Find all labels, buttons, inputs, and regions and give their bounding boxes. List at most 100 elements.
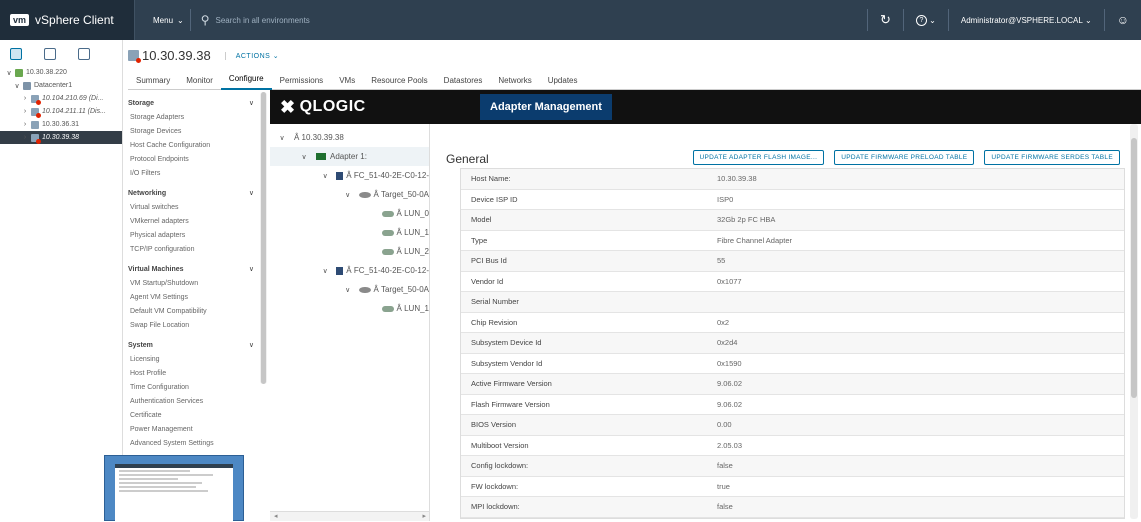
nav-item[interactable]: Storage Devices <box>128 124 260 138</box>
adapter-tree-label: Â LUN_1 <box>396 228 429 237</box>
chevron-down-icon[interactable]: ∨ <box>322 267 328 275</box>
nav-item[interactable]: Storage Adapters <box>128 110 260 124</box>
adapter-tree-node[interactable]: ∨ Â FC_51-40-2E-C0-12- <box>270 166 429 185</box>
nav-item[interactable]: Certificate <box>128 408 260 422</box>
adapter-tree-node[interactable]: Â LUN_0 <box>270 204 429 223</box>
adapter-tree-node[interactable]: Â LUN_1 <box>270 299 429 318</box>
adapter-tree-node[interactable]: ∨ Â Target_50-0A <box>270 280 429 299</box>
chevron-right-icon[interactable]: › <box>21 95 29 102</box>
tree-node-label: Datacenter1 <box>34 82 73 89</box>
tree-node[interactable]: › 10.30.39.38 <box>0 131 122 144</box>
smiley-icon[interactable]: ☺ <box>1103 9 1141 31</box>
property-key: Chip Revision <box>471 317 518 327</box>
chevron-down-icon[interactable]: ∨ <box>249 99 254 107</box>
storage-icon[interactable] <box>78 48 90 60</box>
actions-menu[interactable]: ACTIONS ⌄ <box>224 51 279 60</box>
tab-updates[interactable]: Updates <box>540 71 586 90</box>
chevron-down-icon[interactable]: ∨ <box>5 69 13 77</box>
vms-templates-icon[interactable] <box>44 48 56 60</box>
scroll-right-icon[interactable]: ▸ <box>422 512 426 520</box>
nav-item[interactable]: Advanced System Settings <box>128 436 260 450</box>
global-search[interactable]: ⚲ Search in all environments <box>201 13 310 27</box>
scroll-left-icon[interactable]: ◂ <box>274 512 278 520</box>
chevron-down-icon[interactable]: ∨ <box>249 189 254 197</box>
nav-item[interactable]: I/O Filters <box>128 166 260 180</box>
nav-item[interactable]: Protocol Endpoints <box>128 152 260 166</box>
tree-node[interactable]: › 10.30.36.31 <box>0 118 122 131</box>
scroll-thumb[interactable] <box>1131 138 1137 398</box>
chevron-down-icon[interactable]: ∨ <box>13 82 21 90</box>
chevron-right-icon[interactable]: › <box>21 134 29 141</box>
nav-item[interactable]: Swap File Location <box>128 318 260 332</box>
nav-item[interactable]: Agent VM Settings <box>128 290 260 304</box>
property-row: Subsystem Vendor Id 0x1590 <box>461 354 1124 374</box>
adapter-tree-node[interactable]: ∨ Adapter 1: <box>270 147 429 166</box>
chevron-right-icon[interactable]: › <box>21 108 29 115</box>
nav-item[interactable]: VMkernel adapters <box>128 214 260 228</box>
nav-item[interactable]: Host Profile <box>128 366 260 380</box>
hosts-clusters-icon[interactable] <box>10 48 22 60</box>
nav-item[interactable]: Licensing <box>128 352 260 366</box>
adapter-tree-node[interactable]: ∨ Â FC_51-40-2E-C0-12- <box>270 261 429 280</box>
property-row: Multiboot Version 2.05.03 <box>461 436 1124 456</box>
nav-item[interactable]: Default VM Compatibility <box>128 304 260 318</box>
update-button[interactable]: UPDATE FIRMWARE PRELOAD TABLE <box>834 150 975 165</box>
user-menu[interactable]: Administrator@VSPHERE.LOCAL ⌄ <box>947 9 1104 31</box>
tab-permissions[interactable]: Permissions <box>272 71 332 90</box>
update-button[interactable]: UPDATE ADAPTER FLASH IMAGE... <box>692 150 825 165</box>
search-input[interactable]: Search in all environments <box>216 16 310 25</box>
help-icon[interactable]: ? ⌄ <box>902 9 948 31</box>
tab-networks[interactable]: Networks <box>490 71 539 90</box>
screenshot-thumbnail[interactable] <box>104 455 244 522</box>
adapter-panel-scrollbar[interactable] <box>1130 124 1138 519</box>
adapter-tree-node[interactable]: Â LUN_2 <box>270 242 429 261</box>
adapter-tree-node[interactable]: Â LUN_1 <box>270 223 429 242</box>
nav-item[interactable]: TCP/IP configuration <box>128 242 260 256</box>
tree-node[interactable]: › 10.104.211.11 (Dis... <box>0 105 122 118</box>
tree-node-label: 10.104.210.69 (Di... <box>42 95 104 102</box>
configure-nav-scrollbar[interactable] <box>260 92 267 384</box>
tab-vms[interactable]: VMs <box>331 71 363 90</box>
adapter-tree-node[interactable]: ∨ Â Target_50-0A <box>270 185 429 204</box>
adapter-tree-node[interactable]: ∨ Â 10.30.39.38 <box>270 128 429 147</box>
menu-button[interactable]: Menu ⌄ <box>147 9 191 31</box>
tab-configure[interactable]: Configure <box>220 71 272 90</box>
nav-item[interactable]: Authentication Services <box>128 394 260 408</box>
chevron-down-icon[interactable]: ∨ <box>249 265 254 273</box>
fc-icon <box>336 266 344 275</box>
update-button[interactable]: UPDATE FIRMWARE SERDES TABLE <box>984 150 1120 165</box>
tab-monitor[interactable]: Monitor <box>178 71 221 90</box>
nav-section-storage[interactable]: Storage ∨ <box>128 96 260 110</box>
nav-section-networking[interactable]: Networking ∨ <box>128 186 260 200</box>
chevron-down-icon[interactable]: ∨ <box>344 286 351 294</box>
tree-node[interactable]: ∨ Datacenter1 <box>0 79 122 92</box>
tab-summary[interactable]: Summary <box>128 71 178 90</box>
tab-datastores[interactable]: Datastores <box>436 71 491 90</box>
chevron-down-icon[interactable]: ∨ <box>300 153 308 161</box>
nav-section-virtual-machines[interactable]: Virtual Machines ∨ <box>128 262 260 276</box>
nav-section-system[interactable]: System ∨ <box>128 338 260 352</box>
adapter-tree-hscrollbar[interactable]: ◂ ▸ <box>270 511 429 521</box>
chevron-right-icon[interactable]: › <box>21 121 29 128</box>
nav-item[interactable]: Host Cache Configuration <box>128 138 260 152</box>
property-key: Vendor Id <box>471 276 504 286</box>
banner-title: Adapter Management <box>480 94 612 120</box>
scroll-thumb[interactable] <box>261 92 266 384</box>
chevron-down-icon[interactable]: ∨ <box>249 341 254 349</box>
lun-icon <box>381 229 394 236</box>
brand[interactable]: vm vSphere Client <box>0 0 135 40</box>
chevron-down-icon[interactable]: ∨ <box>322 172 328 180</box>
refresh-icon[interactable]: ↻ <box>867 9 903 31</box>
nav-item[interactable]: Power Management <box>128 422 260 436</box>
nav-item[interactable]: Time Configuration <box>128 380 260 394</box>
chevron-down-icon[interactable]: ∨ <box>344 191 351 199</box>
chevron-down-icon[interactable]: ∨ <box>278 134 286 142</box>
tree-node[interactable]: › 10.104.210.69 (Di... <box>0 92 122 105</box>
nav-item[interactable]: Virtual switches <box>128 200 260 214</box>
nav-item[interactable]: VM Startup/Shutdown <box>128 276 260 290</box>
nav-item[interactable]: Physical adapters <box>128 228 260 242</box>
property-row: Subsystem Device Id 0x2d4 <box>461 333 1124 354</box>
tree-node[interactable]: ∨ 10.30.38.220 <box>0 66 122 79</box>
tab-resource-pools[interactable]: Resource Pools <box>363 71 435 90</box>
property-key: MPI lockdown: <box>471 502 520 512</box>
